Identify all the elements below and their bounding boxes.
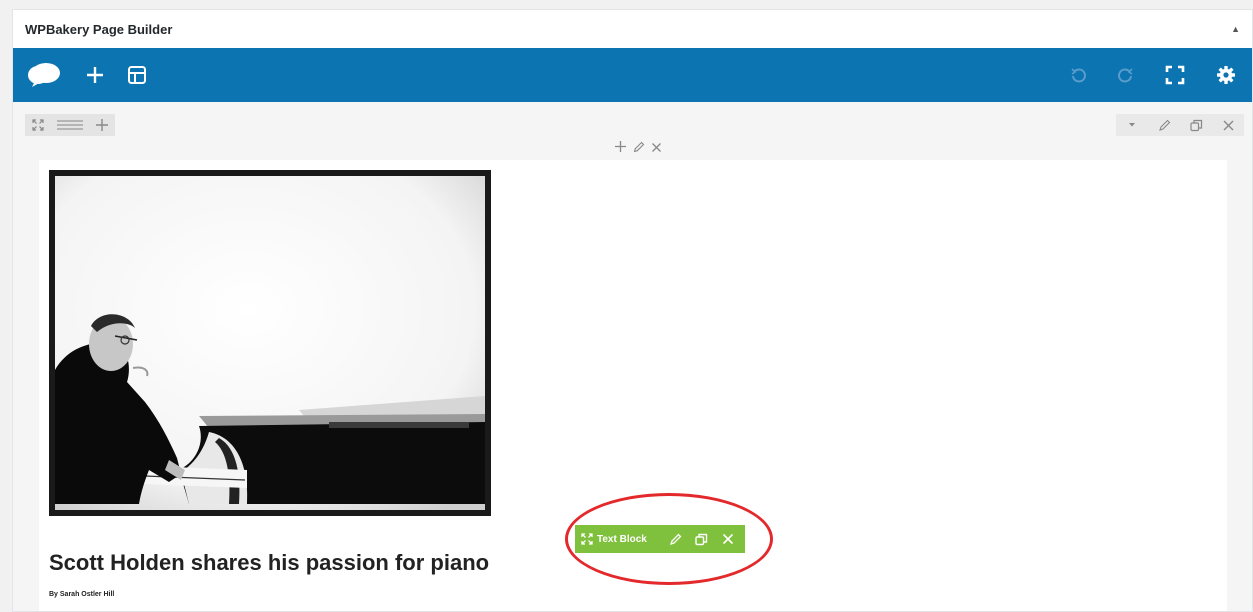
builder-canvas: Scott Holden shares his passion for pian… [13, 102, 1252, 611]
page-builder-panel: WPBakery Page Builder ▲ Scott Holden sha… [12, 9, 1253, 612]
edit-icon[interactable] [633, 140, 645, 158]
triangle-up-icon[interactable]: ▲ [1231, 24, 1240, 34]
clone-icon[interactable] [689, 525, 715, 553]
move-icon[interactable] [581, 533, 593, 545]
edit-icon[interactable] [1148, 114, 1180, 136]
delete-icon[interactable] [1212, 114, 1244, 136]
builder-toolbar [13, 48, 1252, 102]
add-icon[interactable] [614, 140, 627, 158]
article-byline: By Sarah Ostler Hill [49, 591, 115, 598]
settings-icon[interactable] [1200, 48, 1252, 102]
undo-icon[interactable] [1054, 48, 1102, 102]
delete-icon[interactable] [715, 525, 741, 553]
row-controls-left [25, 114, 115, 136]
column-controls [603, 139, 673, 159]
redo-icon[interactable] [1102, 48, 1150, 102]
delete-icon[interactable] [651, 140, 662, 158]
drag-handle-icon[interactable] [51, 114, 89, 136]
add-element-icon[interactable] [75, 48, 115, 102]
column-content: Scott Holden shares his passion for pian… [39, 160, 1227, 611]
text-block-controls: Text Block [575, 525, 745, 553]
expand-icon[interactable] [25, 114, 51, 136]
logo-icon[interactable] [13, 48, 75, 102]
article-title: Scott Holden shares his passion for pian… [49, 550, 490, 575]
edit-icon[interactable] [663, 525, 689, 553]
panel-title: WPBakery Page Builder [25, 21, 173, 37]
text-block-label[interactable]: Text Block [597, 534, 647, 545]
piano-photo[interactable] [49, 170, 491, 516]
panel-header[interactable]: WPBakery Page Builder ▲ [13, 10, 1252, 48]
templates-icon[interactable] [115, 48, 159, 102]
row-controls-right [1116, 114, 1244, 136]
add-column-icon[interactable] [89, 114, 115, 136]
clone-icon[interactable] [1180, 114, 1212, 136]
fullscreen-icon[interactable] [1150, 48, 1200, 102]
toggle-icon[interactable] [1116, 114, 1148, 136]
